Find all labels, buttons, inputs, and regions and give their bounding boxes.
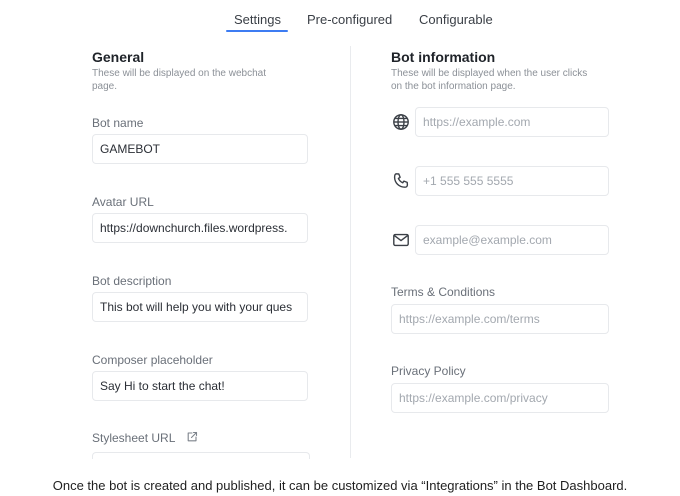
column-divider xyxy=(350,46,351,458)
stylesheet-url-label: Stylesheet URL xyxy=(92,431,176,445)
bot-info-subtitle-line: on the bot information page. xyxy=(391,81,516,92)
bot-information-title: Bot information xyxy=(391,49,496,65)
general-section-subtitle: These will be displayed on the webchat p… xyxy=(92,67,266,93)
bot-info-subtitle-line: These will be displayed when the user cl… xyxy=(391,68,588,79)
bot-information-subtitle: These will be displayed when the user cl… xyxy=(391,67,587,93)
external-link-icon[interactable] xyxy=(186,431,198,443)
general-section-title: General xyxy=(92,49,145,65)
phone-icon xyxy=(392,172,410,190)
mail-icon xyxy=(392,231,410,249)
general-subtitle-line: page. xyxy=(92,81,118,92)
general-subtitle-line: These will be displayed on the webchat xyxy=(92,68,266,79)
phone-field[interactable] xyxy=(415,166,609,196)
bot-description-field[interactable]: This bot will help you with your ques xyxy=(92,292,308,322)
active-tab-indicator xyxy=(226,30,288,32)
bot-description-label: Bot description xyxy=(92,274,172,288)
figure-caption: Once the bot is created and published, i… xyxy=(52,478,628,493)
privacy-policy-label: Privacy Policy xyxy=(391,364,466,378)
globe-icon xyxy=(392,113,410,131)
settings-tabs: Settings Pre-configured Configurable xyxy=(0,0,680,40)
composer-placeholder-label: Composer placeholder xyxy=(92,353,213,367)
composer-placeholder-field[interactable]: Say Hi to start the chat! xyxy=(92,371,308,401)
terms-field[interactable] xyxy=(391,304,609,334)
avatar-url-label: Avatar URL xyxy=(92,195,154,209)
terms-label: Terms & Conditions xyxy=(391,285,496,299)
tab-configurable[interactable]: Configurable xyxy=(419,12,493,27)
stylesheet-url-field[interactable] xyxy=(92,452,310,459)
privacy-policy-field[interactable] xyxy=(391,383,609,413)
email-field[interactable] xyxy=(415,225,609,255)
bot-name-label: Bot name xyxy=(92,116,144,130)
tab-settings[interactable]: Settings xyxy=(234,12,281,27)
bot-name-field[interactable]: GAMEBOT xyxy=(92,134,308,164)
tab-pre-configured[interactable]: Pre-configured xyxy=(307,12,392,27)
website-field[interactable] xyxy=(415,107,609,137)
avatar-url-field[interactable]: https://downchurch.files.wordpress. xyxy=(92,213,308,243)
